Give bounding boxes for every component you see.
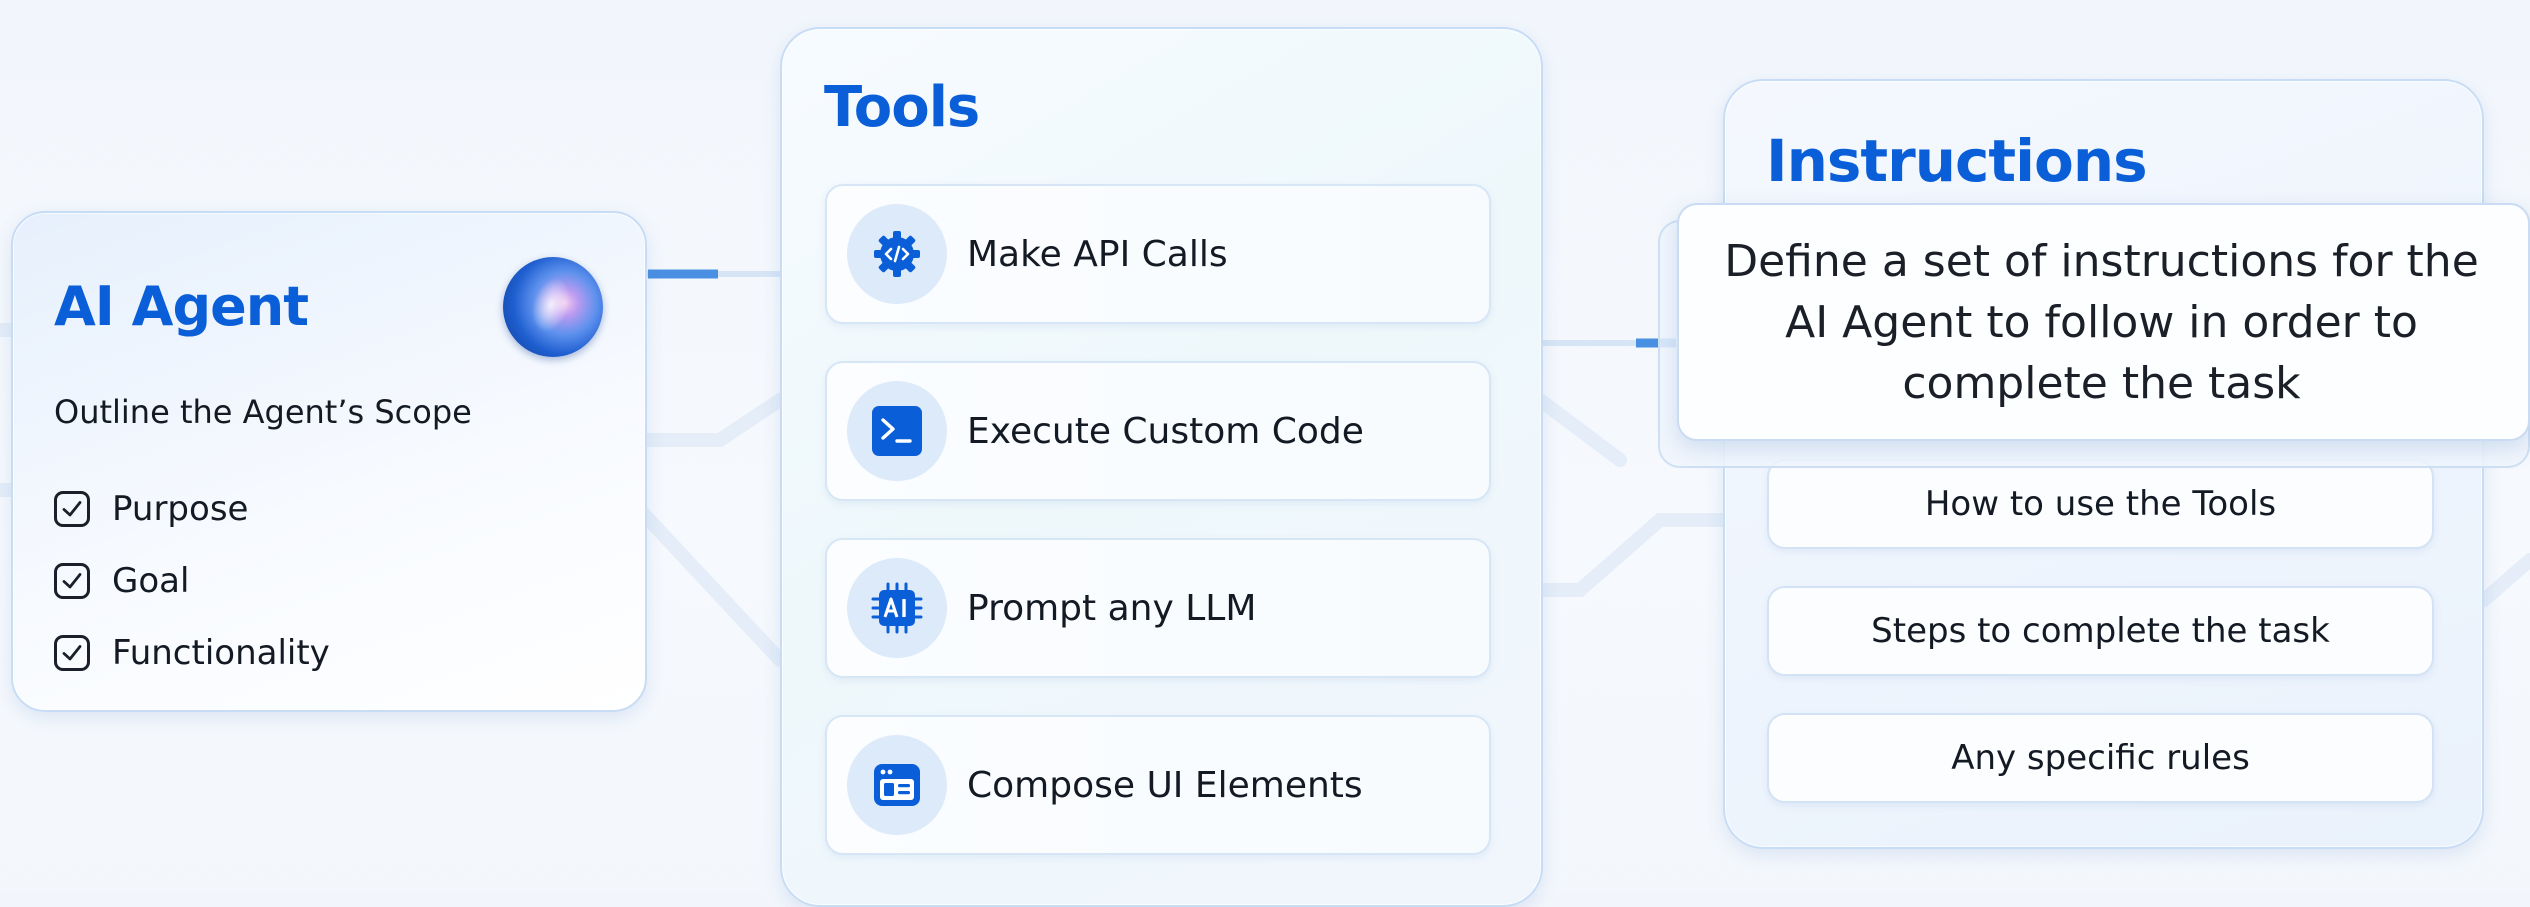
checkbox-checked-icon [54, 635, 90, 671]
terminal-icon [847, 381, 947, 481]
tool-label: Execute Custom Code [967, 410, 1364, 452]
tool-item-prompt-any-llm[interactable]: Prompt any LLM [825, 538, 1491, 678]
checkbox-checked-icon [54, 563, 90, 599]
tool-item-execute-custom-code[interactable]: Execute Custom Code [825, 361, 1491, 501]
instruction-item-how-to-use-tools[interactable]: How to use the Tools [1767, 459, 2434, 549]
ui-window-icon [847, 735, 947, 835]
instruction-item-specific-rules[interactable]: Any specific rules [1767, 713, 2434, 803]
tooltip-text: Define a set of instructions for the AI … [1724, 235, 2479, 409]
agent-title: AI Agent [54, 275, 309, 338]
checklist-label: Goal [112, 561, 190, 601]
checklist-label: Purpose [112, 489, 249, 529]
checklist-item-functionality: Functionality [54, 631, 330, 675]
tool-label: Compose UI Elements [967, 764, 1363, 806]
ai-chip-icon [847, 558, 947, 658]
tool-label: Prompt any LLM [967, 587, 1257, 629]
tool-label: Make API Calls [967, 233, 1228, 275]
checkbox-checked-icon [54, 491, 90, 527]
ai-agent-card[interactable]: AI Agent Outline the Agent’s Scope Purpo… [11, 211, 647, 712]
tool-item-make-api-calls[interactable]: Make API Calls [825, 184, 1491, 324]
checklist-item-purpose: Purpose [54, 487, 248, 531]
instructions-title: Instructions [1766, 127, 2148, 195]
checklist-item-goal: Goal [54, 559, 189, 603]
tools-title: Tools [824, 75, 980, 140]
agent-scope-subtitle: Outline the Agent’s Scope [54, 393, 472, 431]
instruction-item-steps-to-complete[interactable]: Steps to complete the task [1767, 586, 2434, 676]
tools-card[interactable]: Tools Make API Calls Execute Custom Code… [780, 27, 1543, 907]
checklist-label: Functionality [112, 633, 330, 673]
ai-agent-orb-icon [503, 257, 603, 357]
api-gear-icon [847, 204, 947, 304]
tool-item-compose-ui-elements[interactable]: Compose UI Elements [825, 715, 1491, 855]
instructions-tooltip: Define a set of instructions for the AI … [1677, 203, 2530, 441]
